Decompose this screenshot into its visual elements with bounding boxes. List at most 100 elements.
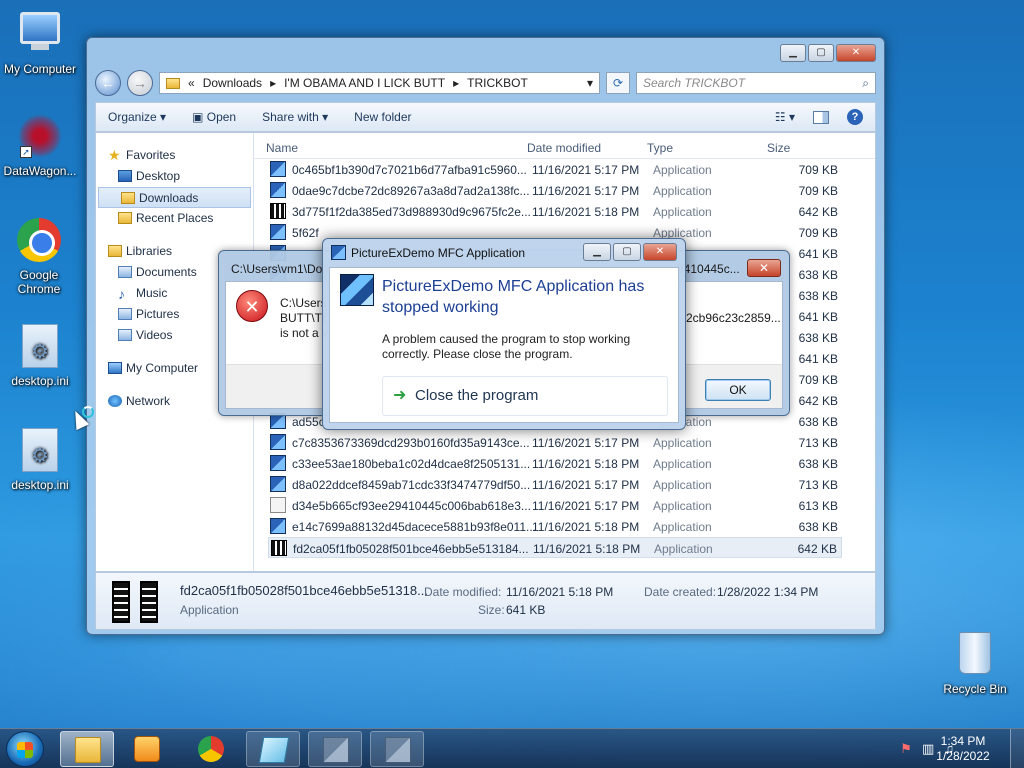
show-desktop-button[interactable] <box>1010 729 1024 768</box>
chrome-icon <box>198 736 224 762</box>
organize-button[interactable]: Organize ▾ <box>108 110 166 124</box>
file-type: Application <box>653 163 712 177</box>
open-button[interactable]: ▣ Open <box>192 110 236 124</box>
minimize-button[interactable]: ▁ <box>583 243 611 261</box>
application-icon <box>270 518 286 534</box>
action-center-icon[interactable]: ⚑ <box>900 741 912 757</box>
desktop-icon-label: My Computer <box>3 62 77 76</box>
file-size: 713 KB <box>798 478 838 492</box>
file-size: 641 KB <box>798 247 838 261</box>
address-bar[interactable]: « Downloads ▸ I'M OBAMA AND I LICK BUTT … <box>159 72 600 94</box>
file-name: fd2ca05f1fb05028f501bce46ebb5e513184... <box>293 542 529 556</box>
desktop-icon-my-computer[interactable]: My Computer <box>0 8 80 76</box>
maximize-button[interactable]: ▢ <box>613 243 641 261</box>
breadcrumb-downloads[interactable]: Downloads <box>203 76 262 90</box>
view-options-icon[interactable]: ☷ ▾ <box>775 110 795 124</box>
clock[interactable]: 1:34 PM 1/28/2022 <box>928 734 998 764</box>
chevron-down-icon[interactable]: ▾ <box>587 76 593 90</box>
close-program-button[interactable]: ➜ Close the program <box>382 376 668 416</box>
back-button[interactable]: ← <box>95 70 121 96</box>
nav-label: Favorites <box>126 148 176 162</box>
taskbar-app-2[interactable] <box>370 731 424 767</box>
details-created-label: Date created: <box>644 585 717 599</box>
taskbar-app-1[interactable] <box>308 731 362 767</box>
file-row[interactable]: fd2ca05f1fb05028f501bce46ebb5e513184... 1… <box>268 537 842 558</box>
file-row[interactable]: d34e5b665cf93ee29410445c006bab618e3... 11… <box>268 495 842 516</box>
file-size: 642 KB <box>798 205 838 219</box>
ok-button[interactable]: OK <box>705 379 771 401</box>
preview-pane-icon[interactable] <box>813 110 829 124</box>
new-folder-button[interactable]: New folder <box>354 110 411 124</box>
column-name[interactable]: Name <box>266 141 298 155</box>
file-row[interactable]: 3d775f1f2da385ed73d988930d9c9675fc2e... 1… <box>268 201 842 222</box>
desktop-icon-datawagon[interactable]: ➚ DataWagon... <box>0 112 80 178</box>
taskbar-chrome[interactable] <box>184 731 238 767</box>
close-button[interactable]: ✕ <box>643 243 677 261</box>
desktop-icon-desktop-ini-1[interactable]: desktop.ini <box>0 322 80 388</box>
file-name: 3d775f1f2da385ed73d988930d9c9675fc2e... <box>292 205 531 219</box>
recycle-bin-icon <box>951 632 999 680</box>
crash-message: A problem caused the program to stop wor… <box>382 332 631 361</box>
taskbar-media-player[interactable] <box>120 731 174 767</box>
star-icon: ★ <box>108 147 121 163</box>
taskbar-notepad[interactable] <box>246 731 300 767</box>
nav-label: Network <box>126 394 171 408</box>
file-size: 642 KB <box>797 542 837 556</box>
nav-label: My Computer <box>126 361 199 375</box>
help-icon[interactable]: ? <box>847 109 863 125</box>
desktop-icon-chrome[interactable]: Google Chrome <box>0 216 78 296</box>
taskbar: ⚑ ▥ ♫ 1:34 PM 1/28/2022 <box>0 728 1024 768</box>
nav-label: Desktop <box>136 169 181 183</box>
maximize-button[interactable]: ▢ <box>808 44 834 62</box>
forward-button[interactable]: → <box>127 70 153 96</box>
file-row[interactable]: 0c465bf1b390d7c7021b6d77afba91c5960... 11… <box>268 159 842 180</box>
desktop-icon-desktop-ini-2[interactable]: desktop.ini <box>0 426 80 492</box>
breadcrumb-separator[interactable]: ▸ <box>453 76 459 90</box>
taskbar-explorer[interactable] <box>60 731 114 767</box>
file-type: Application <box>653 478 712 492</box>
start-button[interactable] <box>6 731 44 767</box>
nav-downloads[interactable]: Downloads <box>98 187 251 208</box>
ini-file-icon <box>16 324 64 372</box>
column-size[interactable]: Size <box>767 141 790 155</box>
file-row[interactable]: c33ee53ae180beba1c02d4dcae8f2505131... 11… <box>268 453 842 474</box>
breadcrumb-subfolder[interactable]: I'M OBAMA AND I LICK BUTT <box>284 76 445 90</box>
file-name: c33ee53ae180beba1c02d4dcae8f2505131... <box>292 457 531 471</box>
close-program-label: Close the program <box>415 387 539 404</box>
nav-label: Downloads <box>139 191 199 205</box>
share-with-button[interactable]: Share with ▾ <box>262 110 328 124</box>
error-dialog-close-button[interactable]: ✕ <box>747 259 781 277</box>
application-icon <box>270 434 286 450</box>
refresh-icon[interactable]: ⟳ <box>606 72 630 94</box>
file-row[interactable]: d8a022ddcef8459ab71cdc33f3474779df50... 1… <box>268 474 842 495</box>
file-size: 642 KB <box>798 394 838 408</box>
breadcrumb-overflow[interactable]: « <box>188 76 195 90</box>
nav-favorites[interactable]: ★ Favorites <box>96 145 253 166</box>
nav-desktop[interactable]: Desktop <box>96 166 253 187</box>
application-icon <box>271 540 287 556</box>
search-placeholder: Search TRICKBOT <box>643 76 746 90</box>
nav-recent-places[interactable]: Recent Places <box>96 208 253 229</box>
application-icon <box>270 476 286 492</box>
minimize-button[interactable]: ▁ <box>780 44 806 62</box>
media-player-icon <box>134 736 160 762</box>
breadcrumb-trickbot[interactable]: TRICKBOT <box>467 76 528 90</box>
crash-dialog-body: PictureExDemo MFC Application has stoppe… <box>329 267 679 423</box>
videos-icon <box>118 329 132 341</box>
desktop-icon-recycle-bin[interactable]: Recycle Bin <box>935 630 1015 696</box>
column-type[interactable]: Type <box>647 141 673 155</box>
file-row[interactable]: c7c8353673369dcd293b0160fd35a9143ce... 11… <box>268 432 842 453</box>
close-button[interactable]: ✕ <box>836 44 876 62</box>
application-icon <box>270 161 286 177</box>
file-date: 11/16/2021 5:18 PM <box>532 205 640 219</box>
file-row[interactable]: 0dae9c7dcbe72dc89267a3a8d7ad2a138fc... 11… <box>268 180 842 201</box>
folder-icon <box>75 737 101 763</box>
file-size: 641 KB <box>798 352 838 366</box>
details-modified-value: 11/16/2021 5:18 PM <box>506 585 614 599</box>
search-input[interactable]: Search TRICKBOT ⌕ <box>636 72 876 94</box>
breadcrumb-separator[interactable]: ▸ <box>270 76 276 90</box>
file-row[interactable]: e14c7699a88132d45dacece5881b93f8e011... 1… <box>268 516 842 537</box>
error-line-1: C:\Users <box>280 296 327 310</box>
column-date-modified[interactable]: Date modified <box>527 141 601 155</box>
file-date: 11/16/2021 5:18 PM <box>532 457 640 471</box>
